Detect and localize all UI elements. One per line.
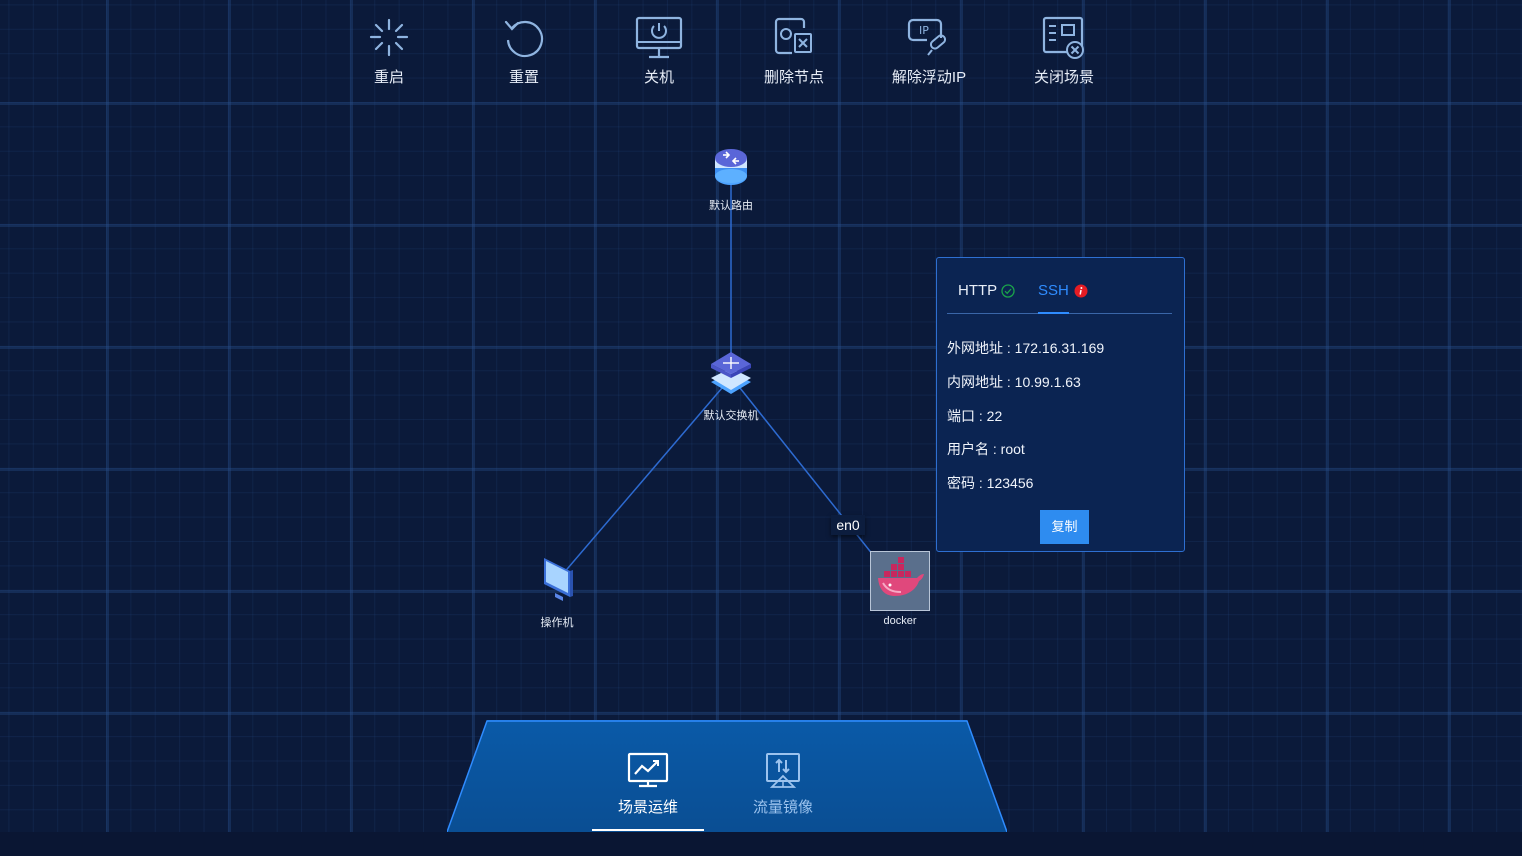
switch-label: 默认交换机: [703, 410, 759, 422]
tab-ssh[interactable]: SSH: [1038, 282, 1088, 299]
active-tab-indicator: [1038, 312, 1069, 314]
external-address-row: 外网地址 : 172.16.31.169: [947, 340, 1105, 356]
interface-link-label: en0: [831, 515, 865, 535]
port-row: 端口 : 22: [947, 408, 1003, 424]
copy-button[interactable]: 复制: [1040, 510, 1089, 544]
docker-node[interactable]: docker: [866, 551, 934, 627]
switch-node[interactable]: 默认交换机: [691, 350, 771, 423]
tab-http-label: HTTP: [958, 282, 998, 299]
bottom-nav-outline: [447, 720, 1007, 832]
docker-label: docker: [883, 615, 917, 627]
docker-node-selected-frame: [870, 551, 930, 611]
tab-http[interactable]: HTTP: [958, 282, 1015, 299]
router-node[interactable]: 默认路由: [691, 144, 771, 213]
monitor-icon: [544, 558, 573, 601]
operator-label: 操作机: [540, 617, 574, 629]
password-row: 密码 : 123456: [947, 475, 1034, 491]
operator-node[interactable]: 操作机: [527, 555, 587, 630]
router-icon: [715, 149, 747, 185]
router-label: 默认路由: [709, 200, 753, 212]
tab-ssh-label: SSH: [1038, 282, 1069, 299]
internal-address-row: 内网地址 : 10.99.1.63: [947, 374, 1081, 390]
check-circle-icon: [1001, 283, 1015, 298]
protocol-tabs: HTTP SSH: [947, 272, 1172, 314]
switch-icon: [711, 352, 751, 394]
connection-info-panel: HTTP SSH 外网地址 : 172.16.31.169 内网地址 : 10.…: [936, 257, 1185, 552]
info-error-icon: [1074, 284, 1088, 297]
username-row: 用户名 : root: [947, 441, 1025, 457]
docker-icon: [878, 557, 924, 596]
